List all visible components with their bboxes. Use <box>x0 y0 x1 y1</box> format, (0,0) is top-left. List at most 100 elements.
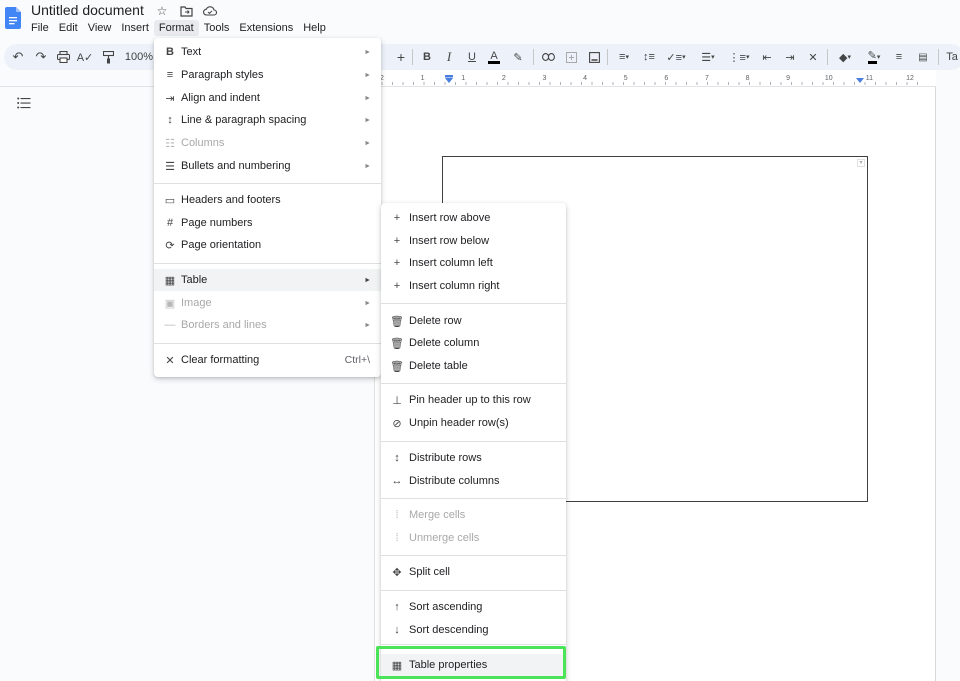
menu-extensions[interactable]: Extensions <box>234 20 298 36</box>
table-menu-item-sort-ascending[interactable]: ↑ Sort ascending <box>381 596 566 618</box>
cloud-status-icon[interactable] <box>202 3 218 19</box>
menu-file[interactable]: File <box>26 20 54 36</box>
zoom-select[interactable]: 100% <box>124 44 154 70</box>
format-menu-item-clear-formatting[interactable]: ✕ Clear formatting Ctrl+\ <box>154 349 381 371</box>
plus-icon: + <box>393 257 401 269</box>
menu-item-label: Insert column left <box>409 257 493 269</box>
menu-item-label: Image <box>181 297 212 309</box>
format-menu-item-paragraph-styles[interactable]: ≡ Paragraph styles ► <box>154 64 381 86</box>
bold-icon[interactable]: B <box>419 44 435 70</box>
table-menu-item-unpin-header-row-s[interactable]: ⊘ Unpin header row(s) <box>381 412 566 434</box>
numbered-list-icon[interactable]: ⋮≡ ▾ <box>727 44 751 70</box>
menu-item-label: Merge cells <box>409 509 466 521</box>
line-spacing-icon[interactable]: ↕≡ <box>641 44 657 70</box>
menu-item-label: Columns <box>181 137 225 149</box>
table-menu-item-delete-column[interactable]: 🗑 Delete column <box>381 332 566 354</box>
submenu-arrow-icon: ► <box>364 299 371 307</box>
increase-indent-icon[interactable]: ⇥ <box>782 44 798 70</box>
table-menu-item-insert-column-right[interactable]: + Insert column right <box>381 275 566 297</box>
link-icon[interactable] <box>540 44 556 70</box>
table-menu-item-distribute-rows[interactable]: ↕ Distribute rows <box>381 447 566 469</box>
redo-icon[interactable]: ↷ <box>33 44 49 70</box>
italic-icon[interactable]: I <box>441 44 457 70</box>
table-submenu: + Insert row above + Insert row below + Inser… <box>381 203 566 681</box>
font-size-increase-icon[interactable]: + <box>393 44 409 70</box>
undo-icon[interactable]: ↶ <box>10 44 26 70</box>
document-title[interactable]: Untitled document <box>31 2 144 18</box>
docs-logo-icon[interactable] <box>5 6 21 30</box>
table-menu-item-distribute-columns[interactable]: ↔ Distribute columns <box>381 470 566 492</box>
print-icon[interactable] <box>55 44 71 70</box>
format-menu-item-table[interactable]: ▦ Table ► <box>154 269 381 291</box>
menu-item-label: Pin header up to this row <box>409 394 531 406</box>
format-menu-item-page-orientation[interactable]: ⟳ Page orientation <box>154 234 381 256</box>
highlight-icon[interactable]: ✎ <box>510 44 526 70</box>
ruler-tick-label: 9 <box>786 75 790 82</box>
checklist-icon[interactable]: ✓≡ ▾ <box>664 44 688 70</box>
border-color-icon[interactable]: ✎ ▾ <box>861 44 887 70</box>
table-menu-item-insert-row-below[interactable]: + Insert row below <box>381 230 566 252</box>
table-menu-item-sort-descending[interactable]: ↓ Sort descending <box>381 619 566 641</box>
comment-icon[interactable] <box>563 44 579 70</box>
move-to-folder-icon[interactable] <box>178 3 194 19</box>
menu-insert[interactable]: Insert <box>116 20 154 36</box>
table-menu-item-merge-cells: ⁞ Merge cells <box>381 504 566 526</box>
menu-item-label: Delete column <box>409 337 480 349</box>
border-width-icon[interactable]: ≡ <box>891 44 907 70</box>
merge-cells-icon: ⁞ <box>395 509 399 521</box>
table-menu-item-pin-header-up-to-this-row[interactable]: ⊥ Pin header up to this row <box>381 389 566 411</box>
ruler-tick-label: 1 <box>461 75 465 82</box>
document-outline-icon[interactable] <box>17 97 31 109</box>
bold-icon: B <box>166 46 174 58</box>
table-menu-item-delete-table[interactable]: 🗑 Delete table <box>381 355 566 377</box>
plus-icon: + <box>393 235 401 247</box>
menu-item-label: Table <box>181 274 208 286</box>
menu-item-label: Sort ascending <box>409 601 483 613</box>
menu-item-label: Paragraph styles <box>181 69 264 81</box>
format-menu-item-text[interactable]: B Text ► <box>154 41 381 63</box>
line-spacing-icon: ↕ <box>167 114 173 126</box>
spellcheck-icon[interactable]: A✓ <box>77 44 94 70</box>
cell-background-icon[interactable]: ◆ ▾ <box>833 44 857 70</box>
paint-format-icon[interactable] <box>100 44 116 70</box>
plus-icon: + <box>393 280 401 292</box>
bullet-list-icon[interactable]: ☰ ▾ <box>696 44 720 70</box>
bullets-icon: ☰ <box>165 160 175 173</box>
menu-help[interactable]: Help <box>298 20 331 36</box>
menu-edit[interactable]: Edit <box>54 20 83 36</box>
pin-icon: ⊥ <box>392 394 402 407</box>
toolbar-separator <box>412 49 413 65</box>
ruler-tick-label: 12 <box>906 75 914 82</box>
format-menu-item-align-and-indent[interactable]: ⇥ Align and indent ► <box>154 87 381 109</box>
table-menu-item-split-cell[interactable]: ✥ Split cell <box>381 561 566 583</box>
menu-tools[interactable]: Tools <box>199 20 235 36</box>
border-dash-icon[interactable]: ▤ <box>915 44 931 70</box>
table-menu-item-insert-row-above[interactable]: + Insert row above <box>381 207 566 229</box>
menu-separator <box>154 343 381 344</box>
horizontal-ruler[interactable]: 21123456789101112131415161718 <box>374 70 955 87</box>
toolbar-overflow-label[interactable]: Ta <box>944 44 960 70</box>
table-menu-item-delete-row[interactable]: 🗑 Delete row <box>381 310 566 332</box>
table-cell-menu-icon[interactable]: ▾ <box>857 159 865 167</box>
star-icon[interactable]: ☆ <box>154 3 170 19</box>
menu-view[interactable]: View <box>83 20 117 36</box>
text-color-swatch: A <box>488 49 500 64</box>
menu-item-label: Page numbers <box>181 217 253 229</box>
format-menu-item-headers-and-footers[interactable]: ▭ Headers and footers <box>154 189 381 211</box>
menu-item-label: Insert column right <box>409 280 500 292</box>
ruler-tick-label: 1 <box>421 75 425 82</box>
menu-format[interactable]: Format <box>153 20 199 36</box>
format-menu-item-columns: ☷ Columns ► <box>154 132 381 154</box>
format-menu-item-bullets-and-numbering[interactable]: ☰ Bullets and numbering ► <box>154 155 381 177</box>
image-icon[interactable] <box>586 44 602 70</box>
underline-icon[interactable]: U <box>464 44 480 70</box>
decrease-indent-icon[interactable]: ⇤ <box>759 44 775 70</box>
align-icon[interactable]: ≡ ▾ <box>613 44 635 70</box>
menu-separator <box>154 183 381 184</box>
format-menu-item-page-numbers[interactable]: # Page numbers <box>154 212 381 234</box>
clear-formatting-icon[interactable]: ✕ <box>805 44 821 70</box>
menu-item-label: Text <box>181 46 202 58</box>
text-color-icon[interactable]: A <box>486 44 502 70</box>
format-menu-item-line-paragraph-spacing[interactable]: ↕ Line & paragraph spacing ► <box>154 109 381 131</box>
table-menu-item-insert-column-left[interactable]: + Insert column left <box>381 252 566 274</box>
